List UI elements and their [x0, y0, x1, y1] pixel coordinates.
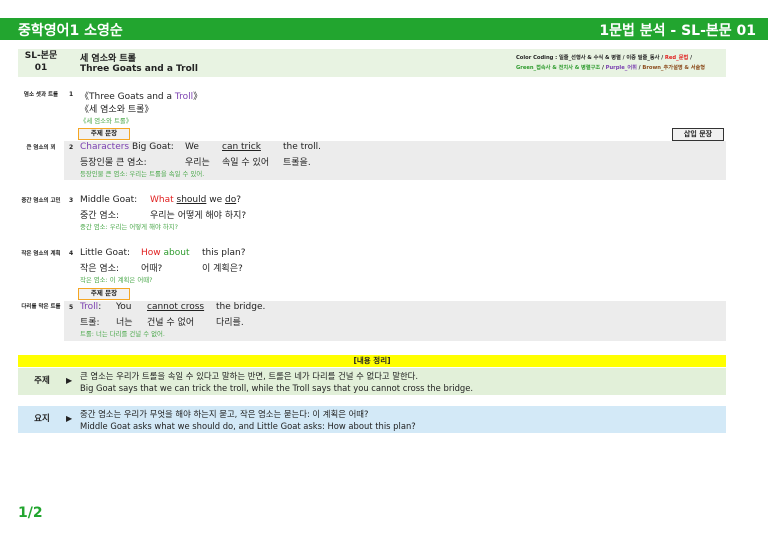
sentence-kr: 《세 염소와 트롤》	[80, 105, 154, 115]
topic-sentence-badge: 주제 문장	[78, 128, 130, 140]
gist-label: 요지	[34, 414, 50, 424]
section-label: 중간 염소의 고민	[21, 198, 61, 204]
sentence-en-subject: We	[185, 142, 199, 152]
color-coding-line2: Green_접속사 & 전치사 & 병렬구조 / Purple_어휘 / Bro…	[516, 65, 706, 71]
lesson-title-kr: 세 염소와 트롤	[80, 54, 136, 64]
sentence-number: 5	[69, 304, 74, 311]
sentence-en-object: the bridge.	[216, 302, 266, 312]
sentence-kr: 트롤:	[80, 318, 100, 328]
sentence-en-object: the troll.	[283, 142, 322, 152]
sentence-kr: 작은 염소:	[80, 264, 120, 274]
sentence-en: Characters Big Goat:	[80, 142, 174, 152]
sentence-kr-object: 다리를.	[216, 318, 244, 328]
section-label: 염소 셋과 트롤	[23, 92, 59, 98]
sentence-kr-verb: 속일 수 있어	[222, 158, 270, 168]
sentence-kr-object: 이 계획은?	[202, 264, 243, 274]
sentence-en: Little Goat:	[80, 248, 131, 258]
sentence-en: Troll:	[80, 302, 102, 312]
sentence-en-question: What should we do?	[150, 195, 241, 205]
lesson-header: SL-본문 01 세 염소와 트롤 Three Goats and a Trol…	[18, 49, 726, 77]
sentence-en-subject: You	[116, 302, 132, 312]
sentence-en-how-about: How about	[141, 248, 190, 258]
gist-box: 요지 ▶ 중간 염소는 우리가 무엇을 해야 하는지 묻고, 작은 염소는 묻는…	[18, 406, 726, 433]
gist-en: Middle Goat asks what we should do, and …	[80, 421, 416, 431]
sentence-translation: 등장인물 큰 염소: 우리는 트롤을 속일 수 있어.	[80, 170, 205, 178]
topic-kr: 큰 염소는 우리가 트롤을 속일 수 있다고 말하는 반면, 트롤은 네가 다리…	[80, 371, 419, 381]
sentence-number: 2	[69, 144, 74, 151]
insert-sentence-badge: 삽입 문장	[672, 128, 724, 141]
sentence-en-verb: cannot cross	[147, 302, 205, 312]
arrow-icon: ▶	[66, 376, 73, 385]
book-title: 중학영어1 소영순	[18, 23, 123, 39]
sentence-translation: 중간 염소: 우리는 어떻게 해야 하지?	[80, 223, 179, 231]
sentence-kr-subject: 우리는	[185, 158, 210, 168]
header-bar: 중학영어1 소영순 1문법 분석 - SL-본문 01	[0, 18, 768, 40]
sentence-kr-how-about: 어때?	[141, 264, 163, 274]
sentence-kr-verb: 건널 수 없어	[147, 318, 195, 328]
lesson-title-en: Three Goats and a Troll	[80, 64, 198, 74]
sentence-translation: 작은 염소: 이 계획은 어때?	[80, 276, 153, 284]
arrow-icon: ▶	[66, 414, 73, 423]
sentence-number: 4	[69, 250, 74, 257]
sentence-en-verb: can trick	[222, 142, 261, 152]
sentence-number: 3	[69, 197, 74, 204]
page-heading: 1문법 분석 - SL-본문 01	[599, 23, 756, 39]
color-coding-line1: Color Coding : 일줄_선행사 & 수식 & 병렬 / 이중 밑줄_…	[516, 55, 692, 61]
summary-title: [내용 정리]	[18, 355, 726, 367]
sentence-en-object: this plan?	[202, 248, 246, 258]
topic-box: 주제 ▶ 큰 염소는 우리가 트롤을 속일 수 있다고 말하는 반면, 트롤은 …	[18, 368, 726, 395]
section-label: 큰 염소의 꾀	[26, 145, 56, 151]
sentence-kr: 중간 염소:	[80, 211, 120, 221]
topic-en: Big Goat says that we can trick the trol…	[80, 383, 474, 393]
sentence-en: 《Three Goats and a Troll》	[80, 92, 203, 102]
topic-label: 주제	[34, 376, 50, 386]
section-label: 다리를 막은 트롤	[21, 304, 61, 310]
sentence-kr: 등장인물 큰 염소:	[80, 158, 147, 168]
gist-kr: 중간 염소는 우리가 무엇을 해야 하는지 묻고, 작은 염소는 묻는다: 이 …	[80, 409, 369, 419]
sentence-en: Middle Goat:	[80, 195, 138, 205]
sentence-number: 1	[69, 91, 74, 98]
sentence-kr-object: 트롤을.	[283, 158, 311, 168]
sentence-kr-question: 우리는 어떻게 해야 하지?	[150, 211, 247, 221]
lesson-code: SL-본문 01	[24, 51, 58, 73]
sentence-translation: 《세 염소와 트롤》	[80, 117, 133, 125]
topic-sentence-badge: 주제 문장	[78, 288, 130, 300]
page-number: 1/2	[18, 505, 43, 521]
section-label: 작은 염소의 계획	[21, 251, 61, 257]
sentence-kr-subject: 너는	[116, 318, 133, 328]
sentence-translation: 트롤: 너는 다리를 건널 수 없어.	[80, 330, 165, 338]
